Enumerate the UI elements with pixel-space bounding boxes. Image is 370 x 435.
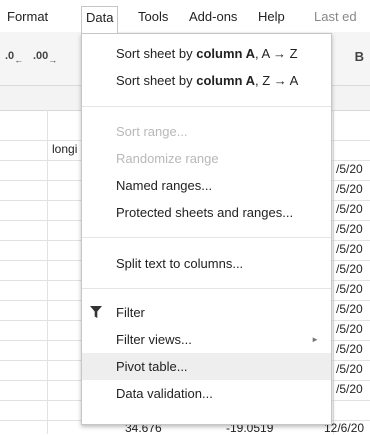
menu-separator	[82, 237, 331, 238]
filter-views-label: Filter views...	[116, 332, 192, 347]
arrow-right-icon: →	[48, 55, 58, 65]
menu-help[interactable]: Help	[254, 6, 289, 28]
increase-decimal-label: .00	[33, 50, 49, 62]
filter-label: Filter	[116, 305, 145, 320]
cell-date[interactable]: /5/20	[336, 162, 363, 176]
menu-item-data-validation[interactable]: Data validation...	[82, 380, 331, 407]
menu-item-filter[interactable]: Filter	[82, 299, 331, 326]
bold-button[interactable]: B	[355, 49, 364, 64]
cell-date[interactable]: /5/20	[336, 382, 363, 396]
cell-date[interactable]: /5/20	[336, 302, 363, 316]
menu-item-sort-range: Sort range...	[116, 124, 188, 139]
menu-item-filter-views[interactable]: Filter views... ►	[82, 326, 331, 353]
cell-date[interactable]: /5/20	[336, 202, 363, 216]
decrease-decimal-label: .0	[5, 50, 15, 62]
sort-az-suffix: , A → Z	[254, 46, 298, 61]
cell-date[interactable]: /5/20	[336, 342, 363, 356]
sort-za-column: column A	[196, 73, 255, 88]
sort-za-suffix: , Z → A	[254, 73, 299, 88]
menu-item-split-text[interactable]: Split text to columns...	[82, 250, 331, 277]
decrease-decimal-button[interactable]: .0←	[5, 50, 23, 65]
menu-tools[interactable]: Tools	[134, 6, 172, 28]
menu-item-pivot-table[interactable]: Pivot table...	[82, 353, 331, 380]
sort-az-column: column A	[196, 46, 255, 61]
last-edit-link[interactable]: Last ed	[310, 6, 361, 28]
menu-addons[interactable]: Add-ons	[185, 6, 241, 28]
cell-date[interactable]: /5/20	[336, 322, 363, 336]
cell-date[interactable]: /5/20	[336, 242, 363, 256]
menu-item-sort-za[interactable]: Sort sheet by column A, Z → A	[82, 67, 331, 94]
cell-date[interactable]: /5/20	[336, 222, 363, 236]
cell-date[interactable]: /5/20	[336, 282, 363, 296]
menu-format[interactable]: Format	[3, 6, 52, 28]
arrow-left-icon: ←	[14, 55, 24, 65]
submenu-arrow-icon: ►	[311, 335, 319, 344]
menu-item-sort-az[interactable]: Sort sheet by column A, A → Z	[82, 40, 331, 67]
menu-separator	[82, 106, 331, 107]
sort-za-prefix: Sort sheet by	[116, 73, 197, 88]
menu-separator	[82, 288, 331, 289]
filter-icon	[90, 306, 102, 318]
sort-az-prefix: Sort sheet by	[116, 46, 197, 61]
menu-item-protected-sheets[interactable]: Protected sheets and ranges...	[82, 199, 331, 226]
cell-date[interactable]: /5/20	[336, 262, 363, 276]
increase-decimal-button[interactable]: .00→	[33, 50, 57, 65]
menu-data[interactable]: Data	[81, 6, 119, 33]
menu-bar: Format Data Tools Add-ons Help Last ed	[0, 0, 370, 33]
menu-item-randomize-range: Randomize range	[116, 151, 219, 166]
cell-longitude-header[interactable]: longi	[52, 142, 77, 156]
data-menu-dropdown: Sort sheet by column A, A → Z Sort sheet…	[81, 33, 332, 425]
cell-date[interactable]: /5/20	[336, 362, 363, 376]
cell-date[interactable]: /5/20	[336, 182, 363, 196]
menu-item-named-ranges[interactable]: Named ranges...	[82, 172, 331, 199]
